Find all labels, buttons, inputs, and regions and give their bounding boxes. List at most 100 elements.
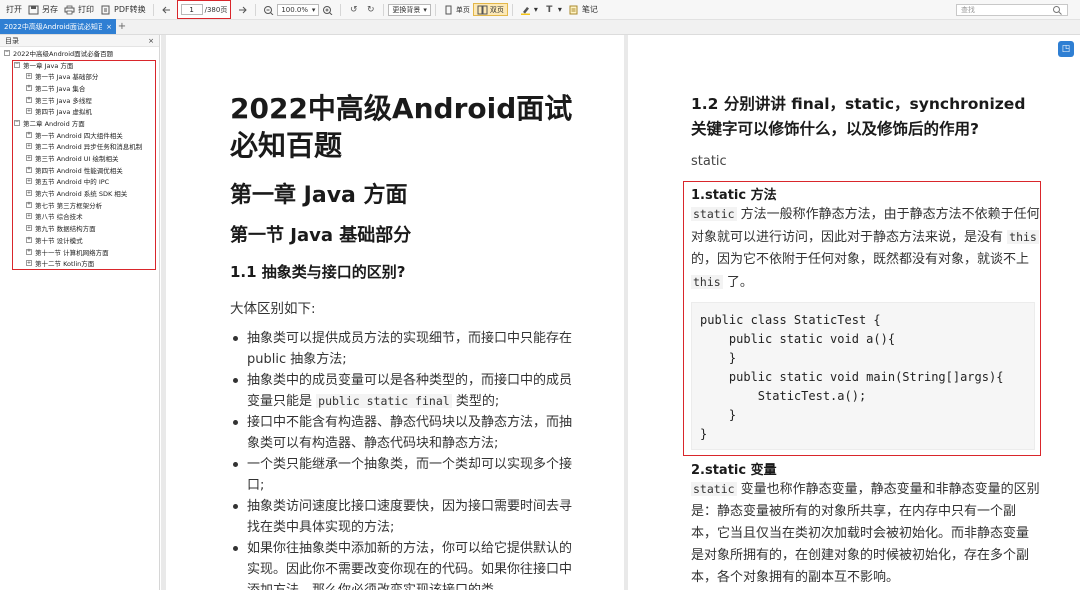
- document-tab-bar: 2022中高级Android面试必知百题 × +: [0, 19, 1080, 35]
- paragraph-text: 了。: [722, 275, 753, 290]
- back-icon: [161, 5, 172, 15]
- outline-section[interactable]: + 第一节 Java 基础部分: [0, 70, 159, 82]
- outline-chapter[interactable]: − 第一章 Java 方面: [0, 59, 159, 71]
- expand-icon[interactable]: +: [26, 155, 32, 162]
- intro-text: 大体区别如下:: [230, 301, 316, 317]
- zoom-in-button[interactable]: [319, 2, 336, 18]
- pdf-convert-button[interactable]: PDF转换: [97, 2, 149, 18]
- outline-section[interactable]: + 第十二节 Kotlin方面: [0, 257, 159, 269]
- expand-icon[interactable]: +: [26, 96, 32, 103]
- rotate-right-button[interactable]: ↻: [362, 2, 379, 18]
- zoom-select[interactable]: 100.0% ▾: [277, 3, 320, 16]
- search-placeholder: 查找: [961, 6, 975, 14]
- expand-icon[interactable]: +: [26, 236, 32, 243]
- single-page-label: 单页: [455, 5, 470, 14]
- outline-section[interactable]: + 第十一节 计算机网络方面: [0, 246, 159, 258]
- expand-icon[interactable]: +: [26, 73, 32, 80]
- expand-icon[interactable]: +: [26, 166, 32, 173]
- list-item: 如果你往抽象类中添加新的方法，你可以给它提供默认的实现。因此你不需要改变你现在的…: [230, 538, 575, 590]
- outline-section[interactable]: + 第九节 数据结构方面: [0, 222, 159, 234]
- outline-section[interactable]: + 第五节 Android 中的 IPC: [0, 176, 159, 188]
- collapse-icon[interactable]: −: [14, 119, 20, 126]
- expand-icon[interactable]: +: [26, 143, 32, 150]
- collapse-icon[interactable]: −: [14, 61, 20, 68]
- print-button[interactable]: 打印: [61, 2, 97, 18]
- add-tab-button[interactable]: +: [116, 19, 128, 34]
- close-icon[interactable]: ×: [106, 23, 112, 31]
- sidebar-header: 目录 ×: [0, 35, 159, 47]
- collapse-icon[interactable]: −: [4, 49, 10, 56]
- back-button[interactable]: [158, 2, 175, 18]
- outline-section[interactable]: + 第三节 Java 多线程: [0, 94, 159, 106]
- save-as-button[interactable]: 另存: [25, 2, 61, 18]
- inline-code: this: [1007, 230, 1039, 244]
- list-item-text: 抽象类访问速度比接口速度要快，因为接口需要时间去寻找在类中具体实现的方法;: [247, 499, 573, 535]
- outline-section[interactable]: + 第七节 第三方框架分析: [0, 199, 159, 211]
- tab-document-label: 2022中高级Android面试必知百题: [4, 22, 103, 31]
- expand-icon[interactable]: +: [26, 84, 32, 91]
- double-page-button[interactable]: 双页: [472, 3, 508, 16]
- outline-section[interactable]: + 第一节 Android 四大组件相关: [0, 129, 159, 141]
- paragraph-text: 的，因为它不依附于任何对象，既然都没有对象，就谈不上: [691, 252, 1030, 267]
- expand-icon[interactable]: +: [26, 201, 32, 208]
- note-button[interactable]: 笔记: [565, 2, 601, 18]
- expand-icon[interactable]: +: [26, 213, 32, 220]
- outline-root[interactable]: − 2022中高级Android面试必备百题: [0, 47, 159, 59]
- code-block: public class StaticTest { public static …: [691, 302, 1035, 450]
- list-item: 抽象类中的成员变量可以是各种类型的，而接口中的成员变量只能是 public st…: [230, 370, 575, 412]
- list-item: 接口中不能含有构造器、静态代码块以及静态方法，而抽象类可以有构造器、静态代码块和…: [230, 412, 575, 454]
- list-item: 一个类只能继承一个抽象类，而一个类却可以实现多个接口;: [230, 454, 575, 496]
- close-icon[interactable]: ×: [148, 37, 154, 45]
- page-right: 1.2 分别讲讲 final，static，synchronized 关键字可以…: [628, 35, 1080, 590]
- outline-sidebar: 目录 × − 2022中高级Android面试必备百题 − 第一章 Java 方…: [0, 35, 160, 590]
- expand-icon[interactable]: +: [26, 131, 32, 138]
- outline-section-label: 第一节 Java 基础部分: [35, 73, 99, 82]
- list-item-text: 抽象类可以提供成员方法的实现细节，而接口中只能存在 public 抽象方法;: [247, 331, 573, 367]
- toolbar-divider: [383, 3, 385, 16]
- expand-icon[interactable]: +: [26, 108, 32, 115]
- inline-code: static: [691, 207, 737, 221]
- outline-section-label: 第三节 Java 多线程: [35, 96, 92, 105]
- outline-section[interactable]: + 第六节 Android 系统 SDK 相关: [0, 187, 159, 199]
- outline-section[interactable]: + 第四节 Java 虚拟机: [0, 105, 159, 117]
- expand-icon[interactable]: +: [26, 190, 32, 197]
- chevron-down-icon: ▾: [311, 5, 316, 14]
- text-color-button[interactable]: T ▾: [541, 2, 565, 18]
- note-label: 笔记: [581, 5, 598, 14]
- expand-icon[interactable]: +: [26, 260, 32, 267]
- outline-section[interactable]: + 第八节 综合技术: [0, 211, 159, 223]
- outline-section[interactable]: + 第四节 Android 性能调优相关: [0, 164, 159, 176]
- chevron-down-icon: ▾: [557, 5, 562, 14]
- expand-icon[interactable]: +: [26, 225, 32, 232]
- tab-document[interactable]: 2022中高级Android面试必知百题 ×: [0, 19, 116, 34]
- toolbar-divider: [340, 3, 342, 16]
- outline-section-label: 第十节 设计模式: [35, 236, 83, 245]
- inline-code: this: [691, 275, 723, 289]
- outline-chapter[interactable]: − 第二章 Android 方面: [0, 117, 159, 129]
- outline-section-label: 第二节 Android 异步任务和消息机制: [35, 143, 143, 152]
- highlight-button[interactable]: ▾: [517, 2, 541, 18]
- page-number-input[interactable]: [180, 4, 203, 15]
- search-input[interactable]: 查找: [956, 4, 1068, 16]
- page-navigator: /380页: [176, 0, 232, 19]
- outline-section[interactable]: + 第二节 Java 集合: [0, 82, 159, 94]
- search-icon: [1052, 5, 1063, 15]
- outline-root-label: 2022中高级Android面试必备百题: [13, 49, 114, 58]
- outline-section[interactable]: + 第十节 设计模式: [0, 234, 159, 246]
- expand-icon[interactable]: +: [26, 248, 32, 255]
- paragraph: static 变量也称作静态变量，静态变量和非静态变量的区别是：静态变量被所有的…: [691, 478, 1041, 589]
- outline-section-label: 第十二节 Kotlin方面: [35, 260, 95, 269]
- zoom-out-button[interactable]: [260, 2, 277, 18]
- outline-section-label: 第四节 Java 虚拟机: [35, 108, 92, 117]
- open-button[interactable]: 打开: [3, 2, 25, 18]
- toolbar-divider: [152, 3, 154, 16]
- outline-section[interactable]: + 第三节 Android UI 绘制相关: [0, 152, 159, 164]
- rotate-left-button[interactable]: ↺: [345, 2, 362, 18]
- save-as-label: 另存: [42, 5, 58, 14]
- translate-icon[interactable]: ◳: [1058, 41, 1074, 57]
- single-page-button[interactable]: 单页: [440, 3, 473, 16]
- background-select[interactable]: 更换背景 ▾: [388, 3, 431, 16]
- outline-section[interactable]: + 第二节 Android 异步任务和消息机制: [0, 141, 159, 153]
- forward-button[interactable]: [234, 2, 251, 18]
- expand-icon[interactable]: +: [26, 178, 32, 185]
